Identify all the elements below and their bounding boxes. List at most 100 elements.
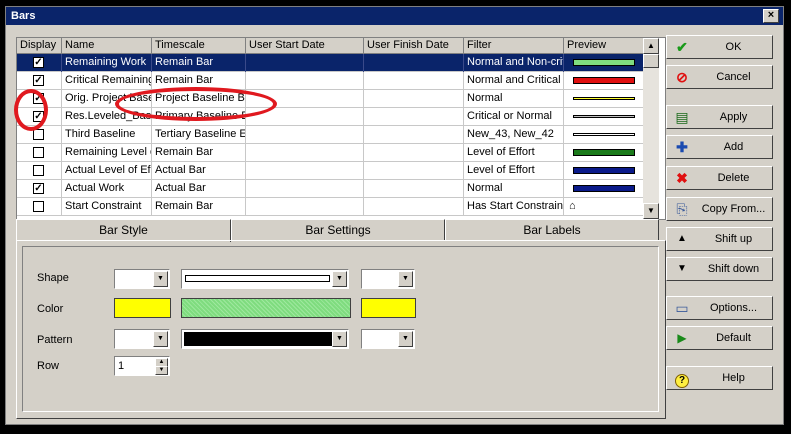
name-cell[interactable]: Actual Work — [62, 180, 152, 198]
middle-shape-select[interactable]: ▼ — [181, 269, 349, 289]
row-value: 1 — [118, 360, 125, 372]
apply-button[interactable]: ▤ Apply — [666, 105, 773, 129]
timescale-cell[interactable]: Remain Bar — [152, 54, 246, 72]
table-row[interactable]: ✓ Remaining Work Remain Bar Normal and Non-… — [17, 54, 644, 72]
user-finish-cell[interactable] — [364, 162, 464, 180]
tab-bar-settings[interactable]: Bar Settings — [231, 219, 445, 241]
shift-up-button[interactable]: ▲ Shift up — [666, 227, 773, 251]
display-checkbox[interactable]: ✓ — [33, 183, 44, 194]
filter-cell[interactable]: New_43, New_42 — [464, 126, 564, 144]
display-checkbox[interactable] — [33, 147, 44, 158]
user-finish-cell[interactable] — [364, 144, 464, 162]
name-cell[interactable]: Actual Level of Ef — [62, 162, 152, 180]
name-cell[interactable]: Start Constraint — [62, 198, 152, 216]
start-color-swatch[interactable] — [114, 298, 171, 318]
col-name[interactable]: Name — [62, 38, 152, 54]
add-button[interactable]: ✚ Add — [666, 135, 773, 159]
col-preview[interactable]: Preview — [564, 38, 644, 54]
chevron-down-icon[interactable]: ▼ — [153, 331, 168, 347]
table-row[interactable]: Remaining Level o Remain Bar Level of Effo… — [17, 144, 644, 162]
table-row[interactable]: ✓ Critical Remaining Remain Bar Normal and … — [17, 72, 644, 90]
shift-down-button[interactable]: ▼ Shift down — [666, 257, 773, 281]
tab-bar-labels[interactable]: Bar Labels — [445, 219, 659, 241]
cancel-button[interactable]: ⊘ Cancel — [666, 65, 773, 89]
display-cell — [17, 162, 62, 180]
table-row[interactable]: Third Baseline Tertiary Baseline E New_43,… — [17, 126, 644, 144]
options-button[interactable]: ▭ Options... — [666, 296, 773, 320]
filter-cell[interactable]: Normal — [464, 90, 564, 108]
help-button[interactable]: ? Help — [666, 366, 773, 390]
col-timescale[interactable]: Timescale — [152, 38, 246, 54]
start-shape-select[interactable]: ▼ — [114, 269, 170, 289]
middle-color-swatch[interactable] — [181, 298, 351, 318]
default-button[interactable]: ▶ Default — [666, 326, 773, 350]
user-start-cell[interactable] — [246, 126, 364, 144]
close-button[interactable]: × — [763, 9, 779, 23]
end-color-swatch[interactable] — [361, 298, 416, 318]
name-cell[interactable]: Remaining Work — [62, 54, 152, 72]
chevron-down-icon[interactable]: ▼ — [332, 271, 347, 287]
user-start-cell[interactable] — [246, 54, 364, 72]
spin-down-icon[interactable]: ▼ — [155, 366, 168, 375]
user-finish-cell[interactable] — [364, 126, 464, 144]
timescale-cell[interactable]: Actual Bar — [152, 180, 246, 198]
filter-cell[interactable]: Level of Effort — [464, 144, 564, 162]
ok-button[interactable]: ✔ OK — [666, 35, 773, 59]
tab-bar-style[interactable]: Bar Style — [16, 219, 231, 242]
options-icon: ▭ — [675, 300, 689, 316]
end-pattern-select[interactable]: ▼ — [361, 329, 415, 349]
chevron-down-icon[interactable]: ▼ — [332, 331, 347, 347]
filter-cell[interactable]: Normal and Non-crit — [464, 54, 564, 72]
table-row[interactable]: ✓ Res.Leveled_Bas Primary Baseline B Critic… — [17, 108, 644, 126]
col-display[interactable]: Display — [17, 38, 62, 54]
col-user-start[interactable]: User Start Date — [246, 38, 364, 54]
display-checkbox[interactable]: ✓ — [33, 75, 44, 86]
scroll-thumb[interactable] — [643, 54, 659, 68]
delete-button[interactable]: ✖ Delete — [666, 166, 773, 190]
chevron-down-icon[interactable]: ▼ — [153, 271, 168, 287]
filter-cell[interactable]: Has Start Constrain — [464, 198, 564, 216]
display-checkbox[interactable] — [33, 129, 44, 140]
chevron-down-icon[interactable]: ▼ — [398, 331, 413, 347]
filter-cell[interactable]: Normal and Critical — [464, 72, 564, 90]
table-row[interactable]: ✓ Actual Work Actual Bar Normal — [17, 180, 644, 198]
name-cell[interactable]: Remaining Level o — [62, 144, 152, 162]
row-spinner[interactable]: 1 ▲ ▼ — [114, 356, 170, 376]
timescale-cell[interactable]: Remain Bar — [152, 198, 246, 216]
user-start-cell[interactable] — [246, 180, 364, 198]
scroll-up-arrow-icon[interactable]: ▲ — [643, 38, 659, 54]
user-finish-cell[interactable] — [364, 198, 464, 216]
table-scrollbar[interactable]: ▲ ▼ — [643, 38, 659, 219]
start-pattern-select[interactable]: ▼ — [114, 329, 170, 349]
copy-from-button[interactable]: ⎘ Copy From... — [666, 197, 773, 221]
user-finish-cell[interactable] — [364, 180, 464, 198]
filter-cell[interactable]: Critical or Normal — [464, 108, 564, 126]
user-start-cell[interactable] — [246, 162, 364, 180]
timescale-cell[interactable]: Remain Bar — [152, 144, 246, 162]
display-checkbox[interactable] — [33, 201, 44, 212]
user-finish-cell[interactable] — [364, 90, 464, 108]
col-user-finish[interactable]: User Finish Date — [364, 38, 464, 54]
filter-cell[interactable]: Normal — [464, 180, 564, 198]
end-shape-select[interactable]: ▼ — [361, 269, 415, 289]
user-finish-cell[interactable] — [364, 54, 464, 72]
user-start-cell[interactable] — [246, 144, 364, 162]
col-filter[interactable]: Filter — [464, 38, 564, 54]
user-start-cell[interactable] — [246, 198, 364, 216]
display-checkbox[interactable] — [33, 165, 44, 176]
timescale-cell[interactable]: Actual Bar — [152, 162, 246, 180]
user-start-cell[interactable] — [246, 72, 364, 90]
user-finish-cell[interactable] — [364, 108, 464, 126]
middle-pattern-select[interactable]: ▼ — [181, 329, 349, 349]
table-row[interactable]: Start Constraint Remain Bar Has Start Cons… — [17, 198, 644, 216]
filter-cell[interactable]: Level of Effort — [464, 162, 564, 180]
table-row[interactable]: ✓ Orig. Project Base Project Baseline B Nor… — [17, 90, 644, 108]
name-cell[interactable]: Critical Remaining — [62, 72, 152, 90]
chevron-down-icon[interactable]: ▼ — [398, 271, 413, 287]
user-finish-cell[interactable] — [364, 72, 464, 90]
timescale-cell[interactable]: Tertiary Baseline E — [152, 126, 246, 144]
scroll-down-arrow-icon[interactable]: ▼ — [643, 203, 659, 219]
table-row[interactable]: Actual Level of Ef Actual Bar Level of Eff… — [17, 162, 644, 180]
display-checkbox[interactable]: ✓ — [33, 57, 44, 68]
name-cell[interactable]: Third Baseline — [62, 126, 152, 144]
